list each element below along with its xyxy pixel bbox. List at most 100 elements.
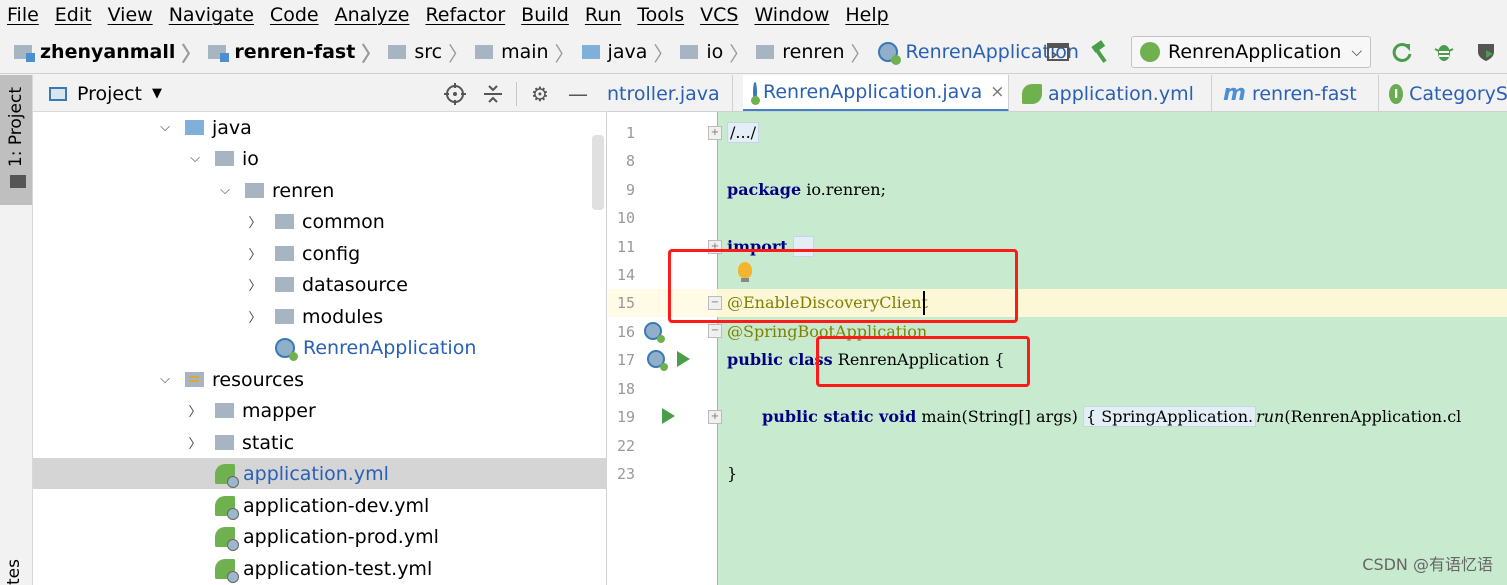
menu-edit[interactable]: Edit — [47, 0, 100, 30]
package-icon — [245, 183, 264, 198]
line-number: 19 — [616, 408, 635, 426]
project-tool-tab[interactable]: 1: Project — [0, 75, 32, 205]
menu-file[interactable]: File — [0, 0, 47, 30]
tree-item-java[interactable]: ⌵ java — [33, 112, 607, 143]
breadcrumb-separator: 〉 — [850, 41, 871, 66]
tree-item-renren[interactable]: ⌵ renren — [33, 175, 607, 206]
collapse-all-icon[interactable] — [481, 82, 505, 106]
resources-folder-icon — [185, 372, 204, 387]
annotation-highlight-box — [816, 336, 1030, 387]
run-configuration-select[interactable]: RenrenApplication ⌵ — [1131, 36, 1371, 68]
breadcrumb: zhenyanmall 〉 renren-fast 〉 src 〉 main 〉 jav… — [14, 30, 1079, 74]
left-tool-strip: 1: Project tes — [0, 75, 33, 585]
menu-vcs[interactable]: VCS — [692, 0, 746, 30]
spring-yaml-icon — [215, 526, 239, 551]
tree-item-mapper[interactable]: 〉 mapper — [33, 395, 607, 426]
breadcrumb-io[interactable]: io 〉 — [680, 38, 756, 67]
breadcrumb-separator: 〉 — [653, 41, 674, 66]
fold-collapse-icon[interactable]: − — [708, 324, 722, 338]
menu-navigate[interactable]: Navigate — [161, 0, 262, 30]
menu-run[interactable]: Run — [577, 0, 629, 30]
tab-controller-java[interactable]: ntroller.java — [607, 75, 733, 111]
breadcrumb-java[interactable]: java 〉 — [581, 38, 681, 67]
line-number: 1 — [625, 124, 635, 142]
spring-bean-gutter-icon[interactable] — [644, 322, 665, 343]
gear-icon[interactable]: ⚙ — [528, 82, 552, 106]
spring-boot-class-icon — [751, 82, 760, 105]
breadcrumb-main[interactable]: main 〉 — [475, 38, 581, 67]
build-hammer-icon[interactable] — [1087, 39, 1113, 65]
code-editor[interactable]: 1 8 9 10 11 14 15 16 17 18 19 22 23 + + … — [607, 112, 1507, 585]
favorites-tool-tab[interactable]: tes — [4, 559, 24, 585]
line-number: 8 — [625, 152, 635, 170]
tree-scrollbar[interactable] — [592, 135, 604, 210]
spring-boot-class-icon — [877, 42, 901, 65]
minimize-icon[interactable]: — — [566, 82, 590, 106]
menu-build[interactable]: Build — [513, 0, 577, 30]
maven-icon: m — [1223, 81, 1246, 106]
line-number: 18 — [616, 380, 635, 398]
tab-renren-application-java[interactable]: RenrenApplication.java × — [743, 75, 1009, 111]
package-icon — [680, 45, 699, 59]
tree-item-datasource[interactable]: 〉 datasource — [33, 269, 607, 300]
menu-code[interactable]: Code — [262, 0, 327, 30]
tree-item-modules[interactable]: 〉 modules — [33, 301, 607, 332]
tree-item-renren-application[interactable]: RenrenApplication — [33, 332, 607, 363]
tree-item-common[interactable]: 〉 common — [33, 206, 607, 237]
chevron-right-icon[interactable]: 〉 — [187, 401, 203, 420]
navigation-bar: zhenyanmall 〉 renren-fast 〉 src 〉 main 〉 jav… — [0, 30, 1507, 74]
chevron-right-icon[interactable]: 〉 — [247, 307, 263, 326]
chevron-right-icon[interactable]: 〉 — [247, 275, 263, 294]
source-folder-icon — [185, 120, 204, 135]
fold-expand-icon[interactable]: + — [708, 126, 722, 140]
chevron-down-icon[interactable]: ⌵ — [217, 183, 233, 198]
locate-crosshair-icon[interactable] — [443, 82, 467, 106]
run-toolbar: RenrenApplication ⌵ — [1037, 30, 1507, 74]
tree-item-application-yml[interactable]: application.yml — [33, 458, 607, 489]
coverage-shield-icon[interactable] — [1473, 39, 1499, 65]
tab-renren-fast[interactable]: m renren-fast — [1213, 75, 1379, 111]
tree-item-application-dev-yml[interactable]: application-dev.yml — [33, 490, 607, 521]
menu-view[interactable]: View — [100, 0, 161, 30]
project-view-selector[interactable]: Project ▼ — [49, 75, 162, 112]
menu-refactor[interactable]: Refactor — [417, 0, 513, 30]
tree-item-resources[interactable]: ⌵ resources — [33, 364, 607, 395]
menu-window[interactable]: Window — [746, 0, 837, 30]
package-icon — [275, 246, 294, 261]
chevron-down-icon[interactable]: ⌵ — [157, 372, 173, 387]
code-line-1: /.../ — [727, 119, 760, 147]
close-icon[interactable]: × — [990, 82, 1004, 102]
chevron-right-icon[interactable]: 〉 — [247, 212, 263, 231]
chevron-right-icon[interactable]: 〉 — [187, 433, 203, 452]
line-number: 9 — [625, 181, 635, 199]
tree-item-config[interactable]: 〉 config — [33, 238, 607, 269]
divider — [516, 81, 517, 106]
chevron-down-icon[interactable]: ⌵ — [157, 120, 173, 135]
spring-bean-gutter-icon[interactable] — [647, 350, 668, 371]
line-number: 11 — [616, 238, 635, 256]
tree-item-application-test-yml[interactable]: application-test.yml — [33, 553, 607, 584]
menu-tools[interactable]: Tools — [629, 0, 692, 30]
chevron-right-icon[interactable]: 〉 — [247, 244, 263, 263]
tree-item-io[interactable]: ⌵ io — [33, 143, 607, 174]
breadcrumb-renren[interactable]: renren 〉 — [756, 38, 877, 67]
run-gutter-icon[interactable] — [677, 351, 690, 367]
project-panel-header: Project ▼ ⚙ — — [33, 75, 607, 112]
tab-category-service[interactable]: I CategoryS — [1379, 75, 1507, 111]
layout-icon[interactable] — [1045, 39, 1071, 65]
breadcrumb-zhenyanmall[interactable]: zhenyanmall 〉 — [14, 38, 208, 67]
menu-help[interactable]: Help — [837, 0, 896, 30]
chevron-down-icon[interactable]: ⌵ — [187, 151, 203, 166]
module-folder-icon — [208, 45, 230, 62]
breadcrumb-src[interactable]: src 〉 — [388, 38, 475, 67]
breadcrumb-renren-fast[interactable]: renren-fast 〉 — [208, 38, 388, 67]
rerun-icon[interactable] — [1389, 39, 1415, 65]
tab-application-yml[interactable]: application.yml — [1012, 75, 1212, 111]
breadcrumb-separator: 〉 — [448, 41, 469, 66]
fold-expand-icon[interactable]: + — [708, 410, 722, 424]
tree-item-application-prod-yml[interactable]: application-prod.yml — [33, 521, 607, 552]
run-gutter-icon[interactable] — [662, 408, 675, 424]
debug-bug-icon[interactable] — [1431, 39, 1457, 65]
menu-analyze[interactable]: Analyze — [327, 0, 418, 30]
tree-item-static[interactable]: 〉 static — [33, 427, 607, 458]
